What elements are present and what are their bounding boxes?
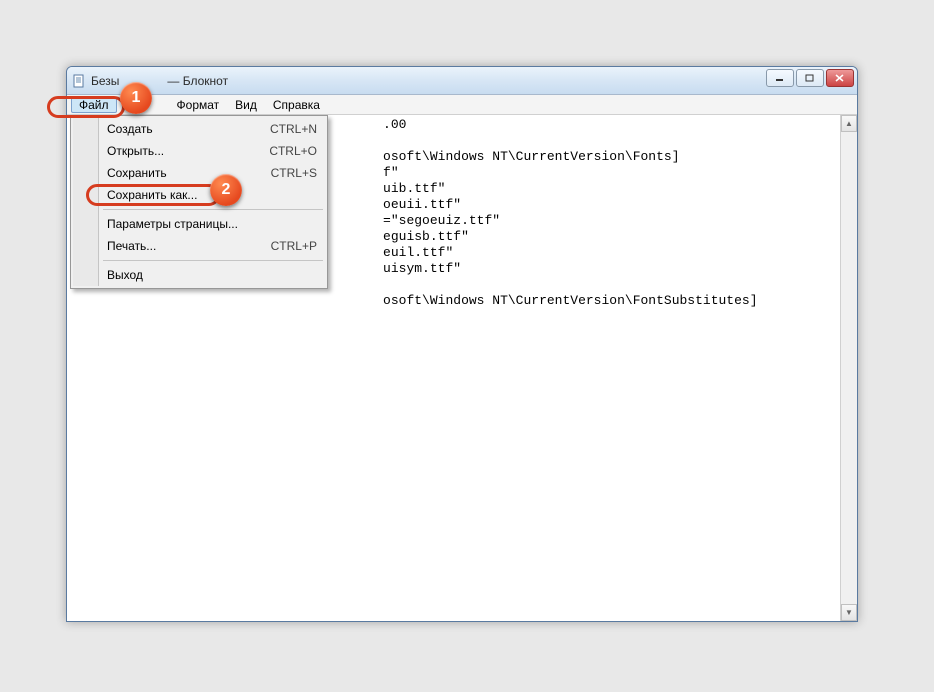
menu-item-label: Выход (107, 268, 143, 282)
menu-item-save-as[interactable]: Сохранить как... (73, 184, 325, 206)
vertical-scrollbar[interactable]: ▲ ▼ (840, 115, 857, 621)
menu-separator (103, 260, 323, 261)
title-text-pre: Безы (91, 74, 119, 88)
minimize-button[interactable] (766, 69, 794, 87)
menu-item-label: Параметры страницы... (107, 217, 238, 231)
menu-help[interactable]: Справка (265, 97, 328, 113)
menu-item-save[interactable]: Сохранить CTRL+S (73, 162, 325, 184)
menu-item-exit[interactable]: Выход (73, 264, 325, 286)
scroll-down-button[interactable]: ▼ (841, 604, 857, 621)
menu-item-label: Сохранить как... (107, 188, 197, 202)
menu-item-shortcut: CTRL+P (271, 239, 317, 253)
menu-item-label: Открыть... (107, 144, 164, 158)
menu-item-open[interactable]: Открыть... CTRL+O (73, 140, 325, 162)
notepad-icon (71, 73, 87, 89)
titlebar[interactable]: Безы — Блокнот (67, 67, 857, 95)
menu-item-shortcut: CTRL+N (270, 122, 317, 136)
scroll-up-button[interactable]: ▲ (841, 115, 857, 132)
menu-item-label: Печать... (107, 239, 156, 253)
annotation-marker-1: 1 (120, 82, 152, 114)
menu-item-print[interactable]: Печать... CTRL+P (73, 235, 325, 257)
close-button[interactable] (826, 69, 854, 87)
menubar: Файл Формат Вид Справка (67, 95, 857, 115)
menu-item-shortcut: CTRL+O (269, 144, 317, 158)
menu-file[interactable]: Файл (71, 97, 117, 113)
menu-format[interactable]: Формат (169, 97, 228, 113)
file-dropdown-menu: Создать CTRL+N Открыть... CTRL+O Сохрани… (70, 115, 328, 289)
window-controls (766, 69, 854, 87)
menu-item-label: Сохранить (107, 166, 167, 180)
title-text-post: — Блокнот (167, 74, 228, 88)
menu-item-shortcut: CTRL+S (271, 166, 317, 180)
menu-item-new[interactable]: Создать CTRL+N (73, 118, 325, 140)
menu-item-label: Создать (107, 122, 153, 136)
menu-item-page-setup[interactable]: Параметры страницы... (73, 213, 325, 235)
menu-view[interactable]: Вид (227, 97, 265, 113)
annotation-marker-2: 2 (210, 174, 242, 206)
maximize-button[interactable] (796, 69, 824, 87)
menu-separator (103, 209, 323, 210)
notepad-window: Безы — Блокнот Файл Формат Вид Справка .… (66, 66, 858, 622)
